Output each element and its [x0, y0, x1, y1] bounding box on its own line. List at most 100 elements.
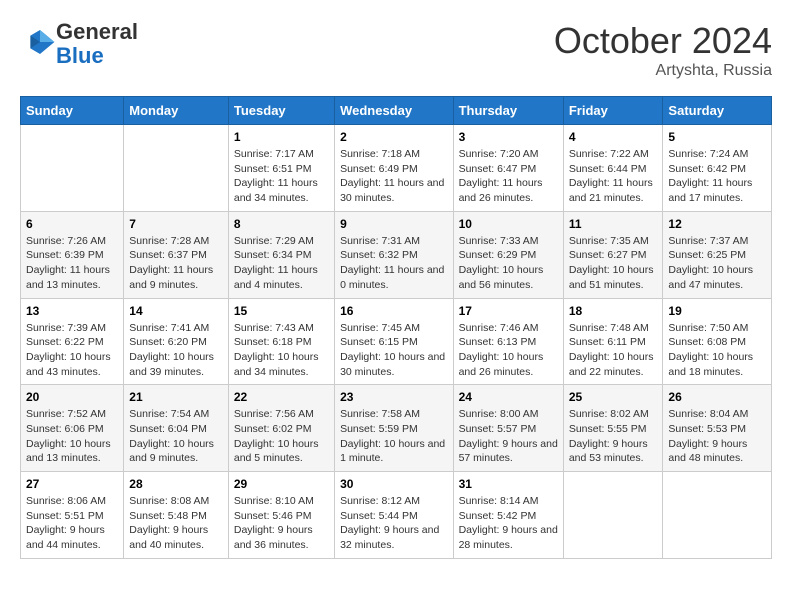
calendar-cell: 7 Sunrise: 7:28 AMSunset: 6:37 PMDaylight… [124, 211, 229, 298]
calendar-cell [563, 472, 663, 559]
calendar-cell: 14 Sunrise: 7:41 AMSunset: 6:20 PMDayligh… [124, 298, 229, 385]
location-subtitle: Artyshta, Russia [554, 62, 772, 80]
day-detail: Sunrise: 7:31 AMSunset: 6:32 PMDaylight:… [340, 234, 447, 293]
day-number: 21 [129, 390, 223, 404]
calendar-cell: 5 Sunrise: 7:24 AMSunset: 6:42 PMDaylight… [663, 125, 772, 212]
logo-general: General [56, 19, 138, 44]
calendar-cell: 13 Sunrise: 7:39 AMSunset: 6:22 PMDayligh… [21, 298, 124, 385]
col-header-sunday: Sunday [21, 97, 124, 125]
calendar-cell [21, 125, 124, 212]
calendar-cell: 26Sunrise: 8:04 AMSunset: 5:53 PMDayligh… [663, 385, 772, 472]
calendar-cell: 31Sunrise: 8:14 AMSunset: 5:42 PMDayligh… [453, 472, 563, 559]
day-detail: Sunrise: 8:02 AMSunset: 5:55 PMDaylight:… [569, 407, 658, 466]
day-number: 15 [234, 304, 329, 318]
day-detail: Sunrise: 8:10 AMSunset: 5:46 PMDaylight:… [234, 494, 329, 553]
day-number: 20 [26, 390, 118, 404]
col-header-saturday: Saturday [663, 97, 772, 125]
day-number: 5 [668, 130, 766, 144]
calendar-cell: 17 Sunrise: 7:46 AMSunset: 6:13 PMDayligh… [453, 298, 563, 385]
calendar-cell: 28Sunrise: 8:08 AMSunset: 5:48 PMDayligh… [124, 472, 229, 559]
day-detail: Sunrise: 7:18 AMSunset: 6:49 PMDaylight:… [340, 147, 447, 206]
day-number: 14 [129, 304, 223, 318]
calendar-cell: 8 Sunrise: 7:29 AMSunset: 6:34 PMDaylight… [228, 211, 334, 298]
calendar-cell: 21 Sunrise: 7:54 AMSunset: 6:04 PMDayligh… [124, 385, 229, 472]
day-number: 10 [459, 217, 558, 231]
day-number: 13 [26, 304, 118, 318]
day-number: 7 [129, 217, 223, 231]
calendar-cell: 4Sunrise: 7:22 AMSunset: 6:44 PMDaylight… [563, 125, 663, 212]
day-detail: Sunrise: 7:28 AMSunset: 6:37 PMDaylight:… [129, 234, 223, 293]
day-detail: Sunrise: 7:46 AMSunset: 6:13 PMDaylight:… [459, 321, 558, 380]
logo-icon [24, 26, 56, 58]
day-detail: Sunrise: 8:06 AMSunset: 5:51 PMDaylight:… [26, 494, 118, 553]
day-detail: Sunrise: 7:54 AMSunset: 6:04 PMDaylight:… [129, 407, 223, 466]
day-detail: Sunrise: 7:37 AMSunset: 6:25 PMDaylight:… [668, 234, 766, 293]
logo-text: General Blue [56, 20, 138, 68]
day-number: 12 [668, 217, 766, 231]
day-detail: Sunrise: 7:35 AMSunset: 6:27 PMDaylight:… [569, 234, 658, 293]
day-number: 30 [340, 477, 447, 491]
day-number: 16 [340, 304, 447, 318]
calendar-cell: 2 Sunrise: 7:18 AMSunset: 6:49 PMDaylight… [335, 125, 453, 212]
day-number: 31 [459, 477, 558, 491]
calendar-cell: 12 Sunrise: 7:37 AMSunset: 6:25 PMDayligh… [663, 211, 772, 298]
col-header-friday: Friday [563, 97, 663, 125]
day-number: 27 [26, 477, 118, 491]
col-header-tuesday: Tuesday [228, 97, 334, 125]
logo: General Blue [20, 20, 138, 68]
day-detail: Sunrise: 7:24 AMSunset: 6:42 PMDaylight:… [668, 147, 766, 206]
day-detail: Sunrise: 7:39 AMSunset: 6:22 PMDaylight:… [26, 321, 118, 380]
calendar-cell: 18Sunrise: 7:48 AMSunset: 6:11 PMDayligh… [563, 298, 663, 385]
col-header-thursday: Thursday [453, 97, 563, 125]
day-detail: Sunrise: 7:52 AMSunset: 6:06 PMDaylight:… [26, 407, 118, 466]
week-row-2: 6 Sunrise: 7:26 AMSunset: 6:39 PMDaylight… [21, 211, 772, 298]
day-detail: Sunrise: 8:04 AMSunset: 5:53 PMDaylight:… [668, 407, 766, 466]
calendar-cell: 9 Sunrise: 7:31 AMSunset: 6:32 PMDaylight… [335, 211, 453, 298]
day-detail: Sunrise: 7:56 AMSunset: 6:02 PMDaylight:… [234, 407, 329, 466]
logo-blue: Blue [56, 43, 104, 68]
day-number: 1 [234, 130, 329, 144]
day-number: 19 [668, 304, 766, 318]
calendar-cell: 1 Sunrise: 7:17 AMSunset: 6:51 PMDaylight… [228, 125, 334, 212]
day-number: 23 [340, 390, 447, 404]
day-number: 11 [569, 217, 658, 231]
calendar-cell: 10 Sunrise: 7:33 AMSunset: 6:29 PMDayligh… [453, 211, 563, 298]
day-number: 6 [26, 217, 118, 231]
calendar-cell: 22Sunrise: 7:56 AMSunset: 6:02 PMDayligh… [228, 385, 334, 472]
calendar-cell: 15 Sunrise: 7:43 AMSunset: 6:18 PMDayligh… [228, 298, 334, 385]
calendar-cell: 24Sunrise: 8:00 AMSunset: 5:57 PMDayligh… [453, 385, 563, 472]
day-detail: Sunrise: 7:29 AMSunset: 6:34 PMDaylight:… [234, 234, 329, 293]
calendar-cell [663, 472, 772, 559]
calendar-cell: 19 Sunrise: 7:50 AMSunset: 6:08 PMDayligh… [663, 298, 772, 385]
day-detail: Sunrise: 7:41 AMSunset: 6:20 PMDaylight:… [129, 321, 223, 380]
calendar-cell: 27 Sunrise: 8:06 AMSunset: 5:51 PMDayligh… [21, 472, 124, 559]
day-number: 24 [459, 390, 558, 404]
day-number: 4 [569, 130, 658, 144]
day-number: 8 [234, 217, 329, 231]
page-header: General Blue October 2024 Artyshta, Russ… [20, 20, 772, 80]
col-header-wednesday: Wednesday [335, 97, 453, 125]
col-header-monday: Monday [124, 97, 229, 125]
day-detail: Sunrise: 7:20 AMSunset: 6:47 PMDaylight:… [459, 147, 558, 206]
title-block: October 2024 Artyshta, Russia [554, 20, 772, 80]
day-detail: Sunrise: 8:12 AMSunset: 5:44 PMDaylight:… [340, 494, 447, 553]
day-detail: Sunrise: 7:33 AMSunset: 6:29 PMDaylight:… [459, 234, 558, 293]
day-number: 9 [340, 217, 447, 231]
day-detail: Sunrise: 7:26 AMSunset: 6:39 PMDaylight:… [26, 234, 118, 293]
calendar-cell: 20 Sunrise: 7:52 AMSunset: 6:06 PMDayligh… [21, 385, 124, 472]
calendar-cell: 30 Sunrise: 8:12 AMSunset: 5:44 PMDayligh… [335, 472, 453, 559]
week-row-5: 27 Sunrise: 8:06 AMSunset: 5:51 PMDayligh… [21, 472, 772, 559]
day-number: 2 [340, 130, 447, 144]
month-title: October 2024 [554, 20, 772, 62]
day-detail: Sunrise: 7:43 AMSunset: 6:18 PMDaylight:… [234, 321, 329, 380]
day-number: 18 [569, 304, 658, 318]
day-detail: Sunrise: 8:08 AMSunset: 5:48 PMDaylight:… [129, 494, 223, 553]
calendar-cell: 25Sunrise: 8:02 AMSunset: 5:55 PMDayligh… [563, 385, 663, 472]
day-number: 17 [459, 304, 558, 318]
week-row-3: 13 Sunrise: 7:39 AMSunset: 6:22 PMDayligh… [21, 298, 772, 385]
day-detail: Sunrise: 7:17 AMSunset: 6:51 PMDaylight:… [234, 147, 329, 206]
calendar-cell: 6 Sunrise: 7:26 AMSunset: 6:39 PMDaylight… [21, 211, 124, 298]
calendar-cell: 29Sunrise: 8:10 AMSunset: 5:46 PMDayligh… [228, 472, 334, 559]
calendar-cell: 16Sunrise: 7:45 AMSunset: 6:15 PMDayligh… [335, 298, 453, 385]
day-detail: Sunrise: 7:50 AMSunset: 6:08 PMDaylight:… [668, 321, 766, 380]
